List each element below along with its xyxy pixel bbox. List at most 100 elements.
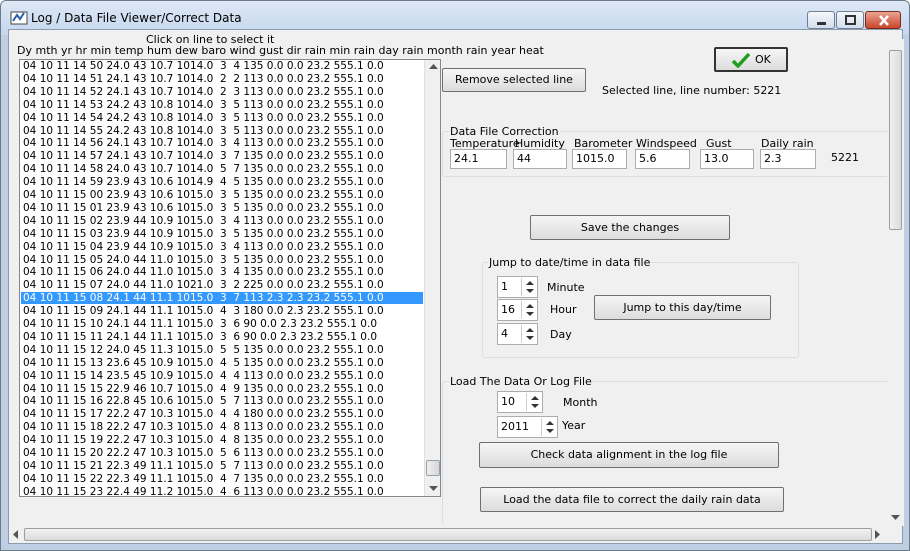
- list-item[interactable]: 04 10 11 15 17 22.2 47 10.3 1015.0 4 4 1…: [21, 408, 423, 420]
- form-horizontal-scrollbar[interactable]: [9, 526, 887, 543]
- list-item[interactable]: 04 10 11 15 06 24.0 44 11.0 1015.0 3 4 1…: [21, 266, 423, 278]
- form-horizontal-thumb[interactable]: [24, 528, 872, 541]
- list-item[interactable]: 04 10 11 14 52 24.1 43 10.7 1014.0 2 3 1…: [21, 86, 423, 98]
- list-item[interactable]: 04 10 11 15 20 22.2 47 10.3 1015.0 5 6 1…: [21, 447, 423, 459]
- month-spinner[interactable]: 10: [497, 391, 543, 413]
- list-item[interactable]: 04 10 11 15 11 24.1 44 11.1 1015.0 3 6 9…: [21, 331, 423, 343]
- minimize-button[interactable]: [807, 11, 835, 29]
- list-item[interactable]: 04 10 11 15 19 22.2 47 10.3 1015.0 4 8 1…: [21, 434, 423, 446]
- list-item[interactable]: 04 10 11 15 10 24.1 44 11.1 1015.0 3 6 9…: [21, 318, 423, 330]
- list-item[interactable]: 04 10 11 14 59 23.9 43 10.6 1014.9 4 5 1…: [21, 176, 423, 188]
- spin-up-icon[interactable]: [526, 328, 534, 332]
- list-item[interactable]: 04 10 11 15 21 22.3 49 11.1 1015.0 5 7 1…: [21, 460, 423, 472]
- jump-to-day-time-button[interactable]: Jump to this day/time: [594, 295, 771, 320]
- list-item[interactable]: 04 10 11 15 13 23.6 45 10.9 1015.0 4 5 1…: [21, 357, 423, 369]
- load-group-title: Load The Data Or Log File: [449, 375, 593, 388]
- month-value: 10: [501, 395, 515, 408]
- correction-field-temperature[interactable]: 24.1: [450, 149, 507, 169]
- correction-field-gust[interactable]: 13.0: [700, 149, 754, 169]
- spin-up-icon[interactable]: [546, 421, 554, 425]
- maximize-button[interactable]: [836, 11, 864, 29]
- minute-spinner[interactable]: 1: [497, 276, 538, 298]
- list-item[interactable]: 04 10 11 15 05 24.0 44 11.0 1015.0 3 5 1…: [21, 254, 423, 266]
- correction-field-daily-rain[interactable]: 2.3: [760, 149, 816, 169]
- checkmark-icon: [731, 52, 751, 68]
- list-item[interactable]: 04 10 11 15 22 22.3 49 11.1 1015.0 4 7 1…: [21, 473, 423, 485]
- minimize-icon: [817, 22, 826, 25]
- day-value: 4: [501, 327, 508, 340]
- remove-selected-line-button[interactable]: Remove selected line: [442, 68, 586, 92]
- data-listbox[interactable]: 04 10 11 14 50 24.0 43 10.7 1014.0 3 4 1…: [19, 59, 441, 497]
- minute-label: Minute: [547, 281, 585, 294]
- list-item[interactable]: 04 10 11 14 50 24.0 43 10.7 1014.0 3 4 1…: [21, 60, 423, 72]
- list-item[interactable]: 04 10 11 15 18 22.2 47 10.3 1015.0 4 8 1…: [21, 421, 423, 433]
- day-label: Day: [550, 328, 572, 341]
- spin-down-icon[interactable]: [526, 289, 534, 293]
- hour-spinner[interactable]: 16: [497, 299, 538, 321]
- list-item[interactable]: 04 10 11 15 14 23.5 45 10.9 1015.0 4 4 1…: [21, 370, 423, 382]
- check-data-alignment-button[interactable]: Check data alignment in the log file: [479, 442, 779, 468]
- list-item[interactable]: 04 10 11 15 07 24.0 44 11.0 1021.0 3 2 2…: [21, 279, 423, 291]
- year-spinner[interactable]: 2011: [497, 416, 558, 438]
- month-updown[interactable]: [526, 393, 541, 411]
- ok-button[interactable]: OK: [714, 47, 788, 72]
- hour-value: 16: [501, 303, 515, 316]
- save-changes-button[interactable]: Save the changes: [530, 215, 730, 240]
- correction-line-number: 5221: [831, 151, 859, 164]
- spin-up-icon[interactable]: [531, 396, 539, 400]
- log-viewer-window: Log / Data File Viewer/Correct Data Clic…: [0, 0, 910, 551]
- list-item[interactable]: 04 10 11 15 04 23.9 44 10.9 1015.0 3 4 1…: [21, 241, 423, 253]
- selected-line-info: Selected line, line number: 5221: [602, 84, 782, 97]
- correction-field-barometer[interactable]: 1015.0: [572, 149, 627, 169]
- hour-updown[interactable]: [521, 301, 536, 319]
- spin-down-icon[interactable]: [526, 336, 534, 340]
- list-scroll-thumb[interactable]: [426, 460, 440, 476]
- spin-down-icon[interactable]: [531, 404, 539, 408]
- spin-down-icon[interactable]: [526, 312, 534, 316]
- spin-up-icon[interactable]: [526, 281, 534, 285]
- scroll-down-icon[interactable]: [891, 515, 900, 521]
- spin-up-icon[interactable]: [526, 304, 534, 308]
- list-item[interactable]: 04 10 11 15 01 23.9 43 10.6 1015.0 3 5 1…: [21, 202, 423, 214]
- minute-updown[interactable]: [521, 278, 536, 296]
- list-item[interactable]: 04 10 11 14 56 24.1 43 10.7 1014.0 3 4 1…: [21, 137, 423, 149]
- list-item[interactable]: 04 10 11 14 51 24.1 43 10.7 1014.0 2 2 1…: [21, 73, 423, 85]
- list-item[interactable]: 04 10 11 15 00 23.9 43 10.6 1015.0 3 5 1…: [21, 189, 423, 201]
- day-updown[interactable]: [521, 325, 536, 343]
- correction-field-humidity[interactable]: 44: [513, 149, 567, 169]
- form-vertical-thumb[interactable]: [889, 50, 902, 230]
- list-item[interactable]: 04 10 11 14 57 24.1 43 10.7 1014.0 3 7 1…: [21, 150, 423, 162]
- correction-field-windspeed[interactable]: 5.6: [635, 149, 690, 169]
- close-button[interactable]: [865, 11, 901, 29]
- list-item[interactable]: 04 10 11 15 03 23.9 44 10.9 1015.0 3 5 1…: [21, 228, 423, 240]
- list-item[interactable]: 04 10 11 15 16 22.8 45 10.6 1015.0 5 7 1…: [21, 395, 423, 407]
- list-item[interactable]: 04 10 11 15 09 24.1 44 11.1 1015.0 4 3 1…: [21, 305, 423, 317]
- year-value: 2011: [501, 420, 529, 433]
- list-item[interactable]: 04 10 11 14 55 24.2 43 10.8 1014.0 3 5 1…: [21, 125, 423, 137]
- ok-label: OK: [755, 53, 771, 66]
- list-item[interactable]: 04 10 11 15 08 24.1 44 11.1 1015.0 3 7 1…: [21, 292, 423, 305]
- day-spinner[interactable]: 4: [497, 323, 538, 345]
- list-item[interactable]: 04 10 11 15 15 22.9 46 10.7 1015.0 4 9 1…: [21, 383, 423, 395]
- list-item[interactable]: 04 10 11 14 54 24.2 43 10.8 1014.0 3 5 1…: [21, 112, 423, 124]
- scroll-up-icon[interactable]: [429, 64, 438, 70]
- list-scrollbar[interactable]: [424, 60, 440, 496]
- scroll-down-icon[interactable]: [429, 486, 438, 492]
- list-item[interactable]: 04 10 11 15 12 24.0 45 11.3 1015.0 5 5 1…: [21, 344, 423, 356]
- app-icon: [10, 11, 28, 25]
- close-icon: [879, 15, 889, 26]
- list-item[interactable]: 04 10 11 14 58 24.0 43 10.7 1014.0 5 7 1…: [21, 163, 423, 175]
- list-item[interactable]: 04 10 11 15 23 22.4 49 11.2 1015.0 4 6 1…: [21, 486, 423, 496]
- scroll-left-icon[interactable]: [13, 530, 19, 539]
- maximize-icon: [845, 15, 856, 25]
- spin-down-icon[interactable]: [546, 429, 554, 433]
- month-label: Month: [563, 396, 598, 409]
- scroll-right-icon[interactable]: [875, 530, 881, 539]
- list-item[interactable]: 04 10 11 15 02 23.9 44 10.9 1015.0 3 4 1…: [21, 215, 423, 227]
- load-data-file-button[interactable]: Load the data file to correct the daily …: [480, 487, 784, 512]
- list-item[interactable]: 04 10 11 14 53 24.2 43 10.8 1014.0 3 5 1…: [21, 99, 423, 111]
- year-updown[interactable]: [541, 418, 556, 436]
- form-vertical-scrollbar[interactable]: [887, 39, 904, 526]
- client-area: Click on line to select it Dy mth yr hr …: [8, 29, 904, 544]
- jump-group-title: Jump to date/time in data file: [488, 256, 652, 269]
